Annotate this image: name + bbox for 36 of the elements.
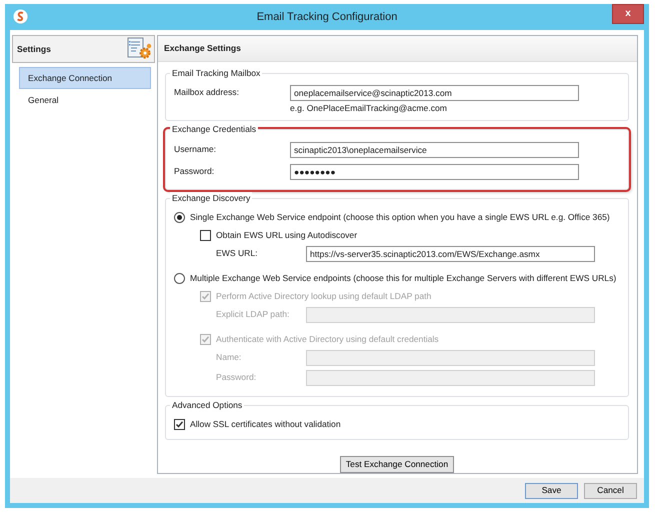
checkbox-label: Allow SSL certificates without validation [190,418,341,430]
option-label: Multiple Exchange Web Service endpoints (choose this for multiple Exchange Servers with different EWS URLs) [190,272,616,284]
field-label: Password: [174,165,216,178]
sidebar-item[interactable]: Exchange Connection [19,67,151,89]
field-label: Explicit LDAP path: [216,308,290,321]
close-button[interactable]: x [612,4,644,24]
field-label: Username: [174,143,218,156]
field-label: Name: [216,351,242,364]
cancel-button[interactable]: Cancel [584,482,637,498]
group-title: Exchange Credentials [170,123,258,135]
group-title: Exchange Discovery [170,192,252,204]
checkbox[interactable] [174,418,185,430]
panel-title: Exchange Settings [164,42,241,55]
option-label: Single Exchange Web Service endpoint (choose this option when you have a single EWS URL e.g. Office 365) [190,210,610,224]
save-button[interactable]: Save [525,482,578,498]
radio-button[interactable] [174,272,185,284]
checkbox-label: Obtain EWS URL using Autodiscover [216,228,358,242]
group-title: Advanced Options [170,399,244,411]
text-field[interactable]: https://vs-server35.scinaptic2013.com/EWS/Exchange.asmx [306,246,595,262]
radio-button[interactable] [174,212,185,222]
field-label: Mailbox address: [174,86,240,99]
sidebar-item[interactable]: General [19,89,151,111]
group-title: Email Tracking Mailbox [170,67,262,79]
text-field[interactable]: oneplacemailservice@scinaptic2013.com [290,84,579,100]
test-connection-button[interactable]: Test Exchange Connection [340,456,454,473]
text-field[interactable]: scinaptic2013\oneplacemailservice [290,142,579,158]
checkbox-label: Perform Active Directory lookup using default LDAP path [216,290,432,302]
app-logo-icon [13,9,28,24]
window-title: Email Tracking Configuration [256,10,398,25]
field-label: Password: [216,371,258,384]
checkbox-label: Authenticate with Active Directory using default credentials [216,332,439,346]
sidebar-title: Settings [17,42,51,56]
text-field[interactable]: ●●●●●●●● [290,164,579,180]
hint-text: e.g. OnePlaceEmailTracking@acme.com [290,102,448,115]
field-label: EWS URL: [216,247,259,260]
checkbox[interactable] [200,230,211,240]
